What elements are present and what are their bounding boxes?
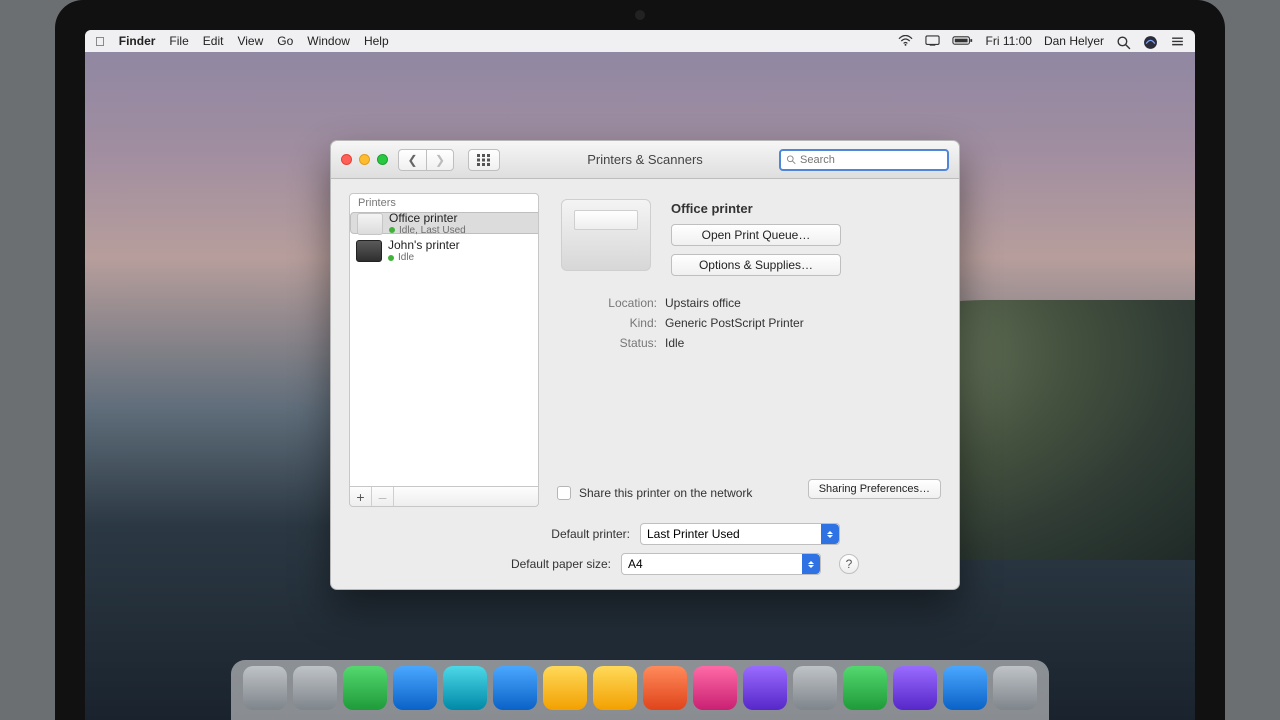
- printer-item-name: Office printer: [389, 211, 466, 225]
- dock-app[interactable]: [743, 666, 787, 710]
- printer-list[interactable]: Printers Office printer Idle, Last Used: [349, 193, 539, 487]
- nav-buttons: ❮ ❯: [398, 149, 454, 171]
- defaults-section: Default printer: Last Printer Used Defau…: [349, 517, 941, 575]
- share-printer-checkbox[interactable]: [557, 486, 571, 500]
- default-printer-value: Last Printer Used: [647, 527, 740, 541]
- dock-app[interactable]: [593, 666, 637, 710]
- search-field[interactable]: [779, 149, 949, 171]
- detail-title: Office printer: [671, 201, 941, 216]
- help-button[interactable]: ?: [839, 554, 859, 574]
- remove-printer-button[interactable]: –: [372, 487, 394, 506]
- default-printer-select[interactable]: Last Printer Used: [640, 523, 840, 545]
- default-printer-label: Default printer:: [450, 527, 630, 541]
- menu-window[interactable]: Window: [307, 34, 350, 48]
- dock-app[interactable]: [793, 666, 837, 710]
- dock-app[interactable]: [293, 666, 337, 710]
- dock-app[interactable]: [943, 666, 987, 710]
- camera-notch: [635, 10, 645, 20]
- dock: [231, 660, 1049, 720]
- menu-user[interactable]: Dan Helyer: [1044, 34, 1104, 48]
- status-value: Idle: [665, 336, 684, 350]
- laptop-frame:  Finder File Edit View Go Window Help F…: [55, 0, 1225, 720]
- menu-file[interactable]: File: [169, 34, 188, 48]
- menu-clock[interactable]: Fri 11:00: [986, 34, 1032, 48]
- traffic-lights: [341, 154, 388, 165]
- printer-item-status: Idle, Last Used: [389, 225, 466, 236]
- menu-edit[interactable]: Edit: [203, 34, 224, 48]
- dock-app[interactable]: [443, 666, 487, 710]
- printer-info: Location: Upstairs office Kind: Generic Po…: [587, 296, 941, 356]
- kind-label: Kind:: [587, 316, 657, 330]
- back-button[interactable]: ❮: [398, 149, 426, 171]
- default-paper-value: A4: [628, 557, 643, 571]
- chevron-updown-icon: [802, 554, 820, 574]
- dock-app[interactable]: [343, 666, 387, 710]
- apple-menu-icon[interactable]: : [95, 34, 105, 49]
- dock-app[interactable]: [843, 666, 887, 710]
- location-value: Upstairs office: [665, 296, 741, 310]
- printer-icon: [357, 213, 383, 235]
- printer-sidebar: Printers Office printer Idle, Last Used: [349, 193, 539, 507]
- dock-app[interactable]: [243, 666, 287, 710]
- add-printer-button[interactable]: +: [350, 487, 372, 506]
- kind-value: Generic PostScript Printer: [665, 316, 804, 330]
- printer-item-johns[interactable]: John's printer Idle: [350, 234, 538, 267]
- minimize-button[interactable]: [359, 154, 370, 165]
- menu-bar:  Finder File Edit View Go Window Help F…: [85, 30, 1195, 52]
- printer-large-icon: [561, 199, 651, 271]
- wifi-icon[interactable]: [898, 35, 913, 47]
- printer-icon: [356, 240, 382, 262]
- zoom-button[interactable]: [377, 154, 388, 165]
- open-print-queue-button[interactable]: Open Print Queue…: [671, 224, 841, 246]
- notification-center-icon[interactable]: [1170, 35, 1185, 47]
- siri-icon[interactable]: [1143, 35, 1158, 47]
- menu-go[interactable]: Go: [277, 34, 293, 48]
- dock-app[interactable]: [693, 666, 737, 710]
- search-input[interactable]: [800, 154, 942, 166]
- menu-help[interactable]: Help: [364, 34, 389, 48]
- dock-app[interactable]: [893, 666, 937, 710]
- menu-view[interactable]: View: [237, 34, 263, 48]
- printer-list-header: Printers: [350, 194, 538, 212]
- default-paper-select[interactable]: A4: [621, 553, 821, 575]
- dock-app[interactable]: [493, 666, 537, 710]
- preferences-window: ❮ ❯ Printers & Scanners Printer: [330, 140, 960, 590]
- dock-app[interactable]: [393, 666, 437, 710]
- dock-app[interactable]: [643, 666, 687, 710]
- status-dot: [388, 255, 394, 261]
- menu-app[interactable]: Finder: [119, 34, 156, 48]
- desktop:  Finder File Edit View Go Window Help F…: [85, 30, 1195, 720]
- search-icon: [786, 154, 796, 165]
- sharing-preferences-button[interactable]: Sharing Preferences…: [808, 479, 941, 499]
- dock-app[interactable]: [993, 666, 1037, 710]
- printer-item-status: Idle: [388, 252, 460, 263]
- battery-icon[interactable]: [952, 35, 974, 47]
- forward-button[interactable]: ❯: [426, 149, 454, 171]
- printer-detail: Office printer Open Print Queue… Options…: [557, 193, 941, 507]
- spotlight-icon[interactable]: [1116, 35, 1131, 47]
- printer-list-footer: + –: [349, 487, 539, 507]
- options-supplies-button[interactable]: Options & Supplies…: [671, 254, 841, 276]
- chevron-updown-icon: [821, 524, 839, 544]
- status-dot: [389, 227, 395, 233]
- share-printer-label: Share this printer on the network: [579, 486, 752, 500]
- display-icon[interactable]: [925, 35, 940, 47]
- show-all-button[interactable]: [468, 149, 500, 171]
- dock-app[interactable]: [543, 666, 587, 710]
- printer-item-office[interactable]: Office printer Idle, Last Used: [350, 212, 539, 234]
- default-paper-label: Default paper size:: [431, 557, 611, 571]
- window-titlebar[interactable]: ❮ ❯ Printers & Scanners: [331, 141, 959, 179]
- location-label: Location:: [587, 296, 657, 310]
- close-button[interactable]: [341, 154, 352, 165]
- status-label: Status:: [587, 336, 657, 350]
- printer-item-name: John's printer: [388, 238, 460, 252]
